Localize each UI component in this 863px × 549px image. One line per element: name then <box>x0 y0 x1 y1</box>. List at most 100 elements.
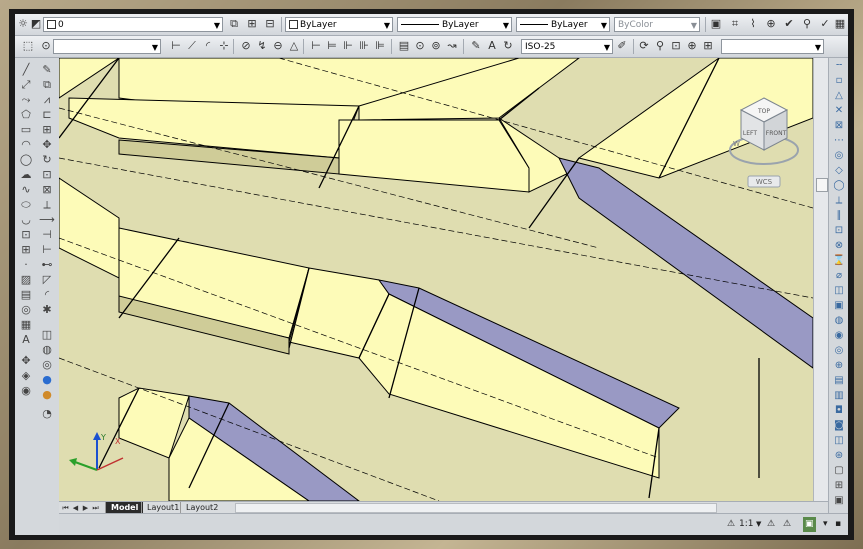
solid-intersect-icon[interactable]: ⊕ <box>829 358 848 373</box>
offset-icon[interactable]: ⊏ <box>37 107 57 122</box>
continue-icon[interactable]: ⊩ <box>341 39 355 53</box>
ordinate-icon[interactable]: ⊹ <box>217 39 231 53</box>
ellipse-icon[interactable]: ⬭ <box>16 197 36 212</box>
scale-icon[interactable]: ⊡ <box>37 167 57 182</box>
aligned-dimension-icon[interactable]: ⟋ <box>185 39 199 53</box>
linear-dimension-icon[interactable]: ⊢ <box>169 39 183 53</box>
update-icon[interactable]: ↻ <box>501 39 515 53</box>
quadrant-icon[interactable]: ◇ <box>829 163 848 178</box>
trim-icon[interactable]: ⟂ <box>37 197 57 212</box>
explode-icon[interactable]: ✱ <box>37 302 57 317</box>
tool-palettes-icon[interactable]: ✔ <box>782 17 796 31</box>
layer-state-icon[interactable]: ☼ <box>16 17 30 31</box>
nearest-icon[interactable]: ⌛ <box>829 253 848 268</box>
single-viewport-icon[interactable]: ▣ <box>829 493 848 508</box>
viewports-icon[interactable]: ⊞ <box>829 478 848 493</box>
break-icon[interactable]: ⊫ <box>373 39 387 53</box>
box-icon[interactable]: ◫ <box>37 327 57 342</box>
solid-subtract-icon[interactable]: ◎ <box>829 343 848 358</box>
zoom-realtime-icon[interactable]: ⚲ <box>653 39 667 53</box>
dimstyle-icon[interactable]: ✐ <box>615 39 629 53</box>
visual-style-dropdown[interactable]: ▼ <box>721 39 824 54</box>
copy-icon[interactable]: ⧉ <box>37 77 57 92</box>
apparent-intersection-icon[interactable]: ⊠ <box>829 118 848 133</box>
camera-icon[interactable]: ◔ <box>37 406 57 421</box>
insert-snap-icon[interactable]: ⊡ <box>829 223 848 238</box>
lock-icon[interactable]: ◩ <box>29 17 43 31</box>
arc-length-icon[interactable]: ◜ <box>201 39 215 53</box>
shell-icon[interactable]: ◘ <box>829 403 848 418</box>
angular-icon[interactable]: △ <box>287 39 301 53</box>
pan-icon[interactable]: ⊞ <box>701 39 715 53</box>
lock-toolbar-icon[interactable]: ▾ <box>823 517 828 532</box>
parallel-icon[interactable]: ∥ <box>829 208 848 223</box>
midpoint-icon[interactable]: △ <box>829 88 848 103</box>
inspection-icon[interactable]: ⊚ <box>429 39 443 53</box>
window-icon[interactable]: ▣ <box>709 17 723 31</box>
lineweight-dropdown[interactable]: ByLayer ▼ <box>516 17 610 32</box>
revision-cloud-icon[interactable]: ☁ <box>16 167 36 182</box>
rectangle-icon[interactable]: ▭ <box>16 122 36 137</box>
rotate-icon[interactable]: ↻ <box>37 152 57 167</box>
section-icon[interactable]: ▥ <box>829 388 848 403</box>
paint-icon[interactable]: ⌇ <box>746 17 760 31</box>
join-icon[interactable]: ⊷ <box>37 257 57 272</box>
properties-icon[interactable]: ⌗ <box>728 17 742 31</box>
gradient-icon[interactable]: ▤ <box>16 287 36 302</box>
quick-dimension-icon[interactable]: ⊢ <box>309 39 323 53</box>
circle-icon[interactable]: ◯ <box>16 152 36 167</box>
dimedit-icon[interactable]: ✎ <box>469 39 483 53</box>
workspace-switch-icon[interactable]: ▣ <box>803 517 816 532</box>
multiline-text-icon[interactable]: A <box>16 332 36 347</box>
jogged-icon[interactable]: ↯ <box>255 39 269 53</box>
solid-extrude-icon[interactable]: ▣ <box>829 298 848 313</box>
sheet-set-icon[interactable]: ⚲ <box>800 17 814 31</box>
spline-icon[interactable]: ∿ <box>16 182 36 197</box>
baseline-icon[interactable]: ⊨ <box>325 39 339 53</box>
move-icon[interactable]: ✥ <box>16 353 36 368</box>
arc-icon[interactable]: ◠ <box>16 137 36 152</box>
layer-properties-icon[interactable]: ⧉ <box>227 17 241 31</box>
markup-icon[interactable]: ✓ <box>818 17 832 31</box>
scroll-thumb[interactable] <box>816 178 828 192</box>
osnap-settings-icon[interactable]: ◫ <box>829 283 848 298</box>
layer-dropdown[interactable]: 0 ▼ <box>43 17 223 32</box>
slice-icon[interactable]: ▤ <box>829 373 848 388</box>
endpoint-icon[interactable]: ▫ <box>829 73 848 88</box>
jogged-linear-icon[interactable]: ↝ <box>445 39 459 53</box>
make-current-icon[interactable]: ⊞ <box>245 17 259 31</box>
dimtedit-icon[interactable]: A <box>485 39 499 53</box>
extension-icon[interactable]: ⋯ <box>829 133 848 148</box>
intersection-icon[interactable]: ✕ <box>829 103 848 118</box>
check-icon[interactable]: ⊛ <box>829 448 848 463</box>
workspace-icon[interactable]: ⬚ <box>21 39 35 53</box>
linetype-dropdown[interactable]: ByLayer ▼ <box>397 17 512 32</box>
plotstyle-dropdown[interactable]: ByColor ▼ <box>614 17 700 32</box>
none-snap-icon[interactable]: ⌀ <box>829 268 848 283</box>
erase-icon[interactable]: ✎ <box>37 62 57 77</box>
sun-icon[interactable]: ● <box>37 387 57 402</box>
region-icon[interactable]: ◎ <box>16 302 36 317</box>
design-center-icon[interactable]: ⊕ <box>764 17 778 31</box>
polygon-icon[interactable]: ⬠ <box>16 107 36 122</box>
table-icon[interactable]: ▦ <box>16 317 36 332</box>
stretch-icon[interactable]: ⊠ <box>37 182 57 197</box>
ellipse-arc-icon[interactable]: ◡ <box>16 212 36 227</box>
solid-union-icon[interactable]: ◉ <box>829 328 848 343</box>
separate-icon[interactable]: ◫ <box>829 433 848 448</box>
zoom-previous-icon[interactable]: ⊕ <box>685 39 699 53</box>
center-snap-icon[interactable]: ◎ <box>829 148 848 163</box>
chamfer-icon[interactable]: ◸ <box>37 272 57 287</box>
color-dropdown[interactable]: ByLayer ▼ <box>285 17 393 32</box>
zoom-icon[interactable]: ⊙ <box>39 39 53 53</box>
object-snap-icon[interactable]: ╌ <box>829 58 848 73</box>
tab-layout2[interactable]: Layout2 <box>180 502 223 513</box>
horizontal-scrollbar[interactable] <box>235 503 717 513</box>
materials-icon[interactable]: ◉ <box>16 383 36 398</box>
polyline-icon[interactable]: ⤳ <box>16 92 36 107</box>
point-icon[interactable]: · <box>16 257 36 272</box>
orbit-icon[interactable]: ⟳ <box>637 39 651 53</box>
solid-revolve-icon[interactable]: ◍ <box>829 313 848 328</box>
view-dropdown[interactable]: ▼ <box>53 39 161 54</box>
clean-screen-icon[interactable]: ▪ <box>835 517 841 532</box>
